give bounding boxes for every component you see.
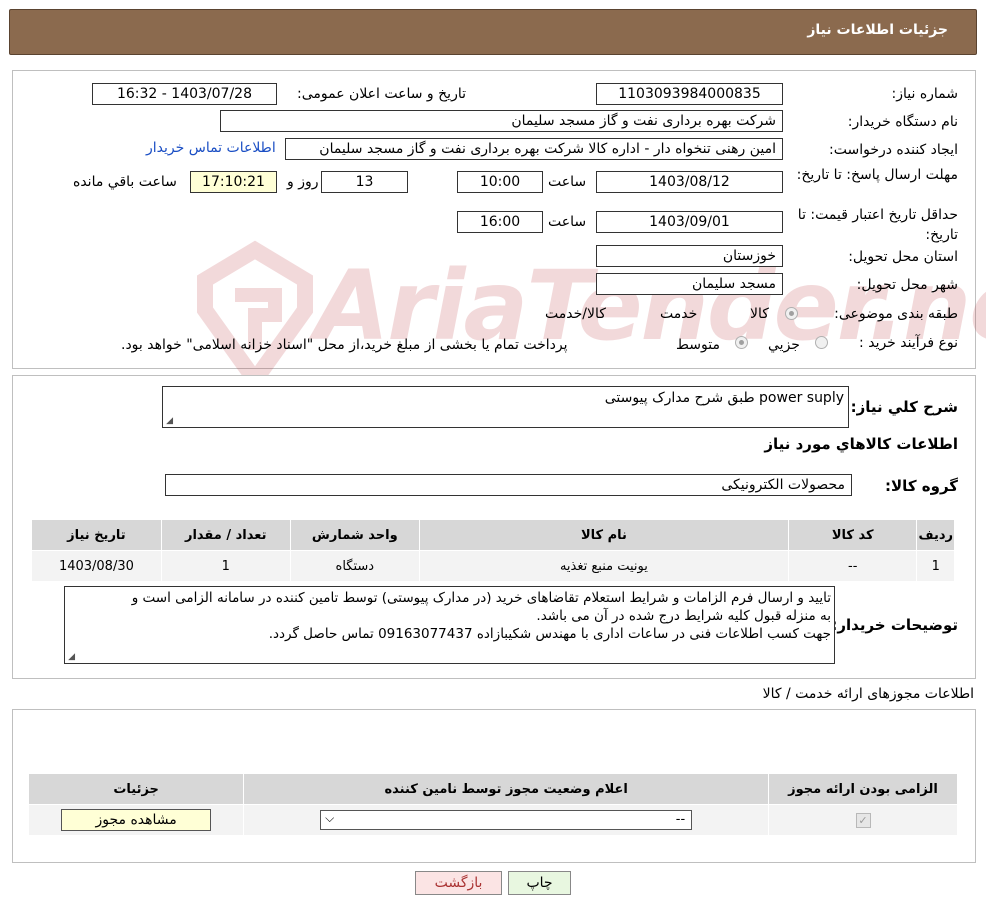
remaining-label: ساعت باقي مانده: [73, 174, 177, 190]
goods-table: ردیف کد کالا نام کالا واحد شمارش تعداد /…: [31, 519, 955, 582]
deadline-label: مهلت ارسال پاسخ: تا تاریخ:: [796, 167, 958, 183]
province-label: استان محل تحویل:: [848, 249, 958, 265]
summary-label: شرح کلي نياز:: [850, 398, 958, 416]
goods-table-header: ردیف کد کالا نام کالا واحد شمارش تعداد /…: [31, 519, 955, 551]
category-label: طبقه بندی موضوعی:: [834, 306, 958, 322]
category-goods-label: کالا: [750, 306, 769, 322]
process-label: نوع فرآیند خرید :: [859, 335, 958, 351]
buyer-contact-link[interactable]: اطلاعات تماس خریدار: [146, 140, 276, 156]
resize-grip-icon: ◢: [166, 416, 173, 426]
col-unit: واحد شمارش: [289, 519, 420, 551]
days-field: 13: [321, 171, 408, 193]
buyer-notes-line-3: جهت کسب اطلاعات فنی در ساعات اداری با مه…: [268, 626, 831, 642]
chevron-down-icon: ⌵: [325, 811, 335, 825]
cell-permit-details: مشاهده مجوز: [27, 804, 245, 836]
goods-info-title: اطلاعات کالاهاي مورد نياز: [764, 435, 958, 453]
category-radio-goods[interactable]: [785, 307, 798, 320]
permit-status-value: --: [675, 812, 686, 827]
buyer-notes-label: توضیحات خریدار:: [831, 616, 958, 634]
permit-status-select[interactable]: -- ⌵: [320, 810, 693, 830]
col-code: کد کالا: [787, 519, 918, 551]
buyer-org-label: نام دستگاه خریدار:: [847, 114, 958, 130]
permits-table-header: الزامی بودن ارائه مجوز اعلام وضعیت مجوز …: [27, 773, 958, 805]
creator-label: ایجاد کننده درخواست:: [829, 142, 958, 158]
col-permit-details: جزئیات: [27, 773, 245, 805]
resize-grip-icon: ◢: [68, 652, 75, 662]
page-header: جزئیات اطلاعات نیاز: [9, 9, 977, 55]
table-row: 1 -- یونیت منبع تغذیه دستگاه 1 1403/08/3…: [31, 550, 955, 582]
goods-group-label: گروه کالا:: [885, 477, 958, 495]
cell-permit-required: ✓: [768, 804, 958, 836]
col-date: تاریخ نیاز: [31, 519, 162, 551]
deadline-date-field: 1403/08/12: [596, 171, 783, 193]
print-button[interactable]: چاپ: [508, 871, 571, 895]
col-qty: تعداد / مقدار: [160, 519, 291, 551]
permits-title: اطلاعات مجوزهای ارائه خدمت / کالا: [762, 686, 974, 702]
cell-qty: 1: [160, 550, 291, 582]
page-title: جزئیات اطلاعات نیاز: [807, 22, 948, 38]
permits-table: الزامی بودن ارائه مجوز اعلام وضعیت مجوز …: [27, 773, 958, 836]
process-radio-medium[interactable]: [735, 336, 748, 349]
need-number-field: 1103093984000835: [596, 83, 783, 105]
permit-required-checkbox[interactable]: ✓: [855, 812, 871, 828]
view-permit-button[interactable]: مشاهده مجوز: [61, 809, 212, 831]
buyer-notes-line-2: به منزله قبول کلیه شرایط درج شده در آن م…: [536, 608, 831, 624]
col-permit-required: الزامی بودن ارائه مجوز: [768, 773, 958, 805]
process-note: پرداخت تمام یا بخشی از مبلغ خرید،از محل …: [121, 337, 568, 353]
col-permit-status: اعلام وضعیت مجوز توسط نامین کننده: [243, 773, 770, 805]
process-radio-minor[interactable]: [815, 336, 828, 349]
city-label: شهر محل تحویل:: [856, 277, 958, 293]
cell-row: 1: [916, 550, 955, 582]
process-minor-label: جزيي: [768, 337, 800, 353]
city-field: مسجد سلیمان: [596, 273, 783, 295]
cell-code: --: [787, 550, 918, 582]
cell-permit-status: -- ⌵: [243, 804, 770, 836]
col-row: ردیف: [916, 519, 955, 551]
col-name: نام کالا: [418, 519, 789, 551]
validity-label: حداقل تاریخ اعتبار قیمت: تا تاریخ:: [797, 207, 958, 243]
summary-text: power suply طبق شرح مدارک پیوستی: [604, 390, 844, 406]
announce-label: تاریخ و ساعت اعلان عمومی:: [297, 86, 466, 102]
creator-field: امین رهنی تنخواه دار - اداره کالا شرکت ب…: [285, 138, 783, 160]
validity-time-label: ساعت: [548, 214, 587, 230]
goods-group-field: محصولات الکترونیکی: [165, 474, 852, 496]
cell-name: یونیت منبع تغذیه: [418, 550, 789, 582]
category-goods-service-label: کالا/خدمت: [545, 306, 606, 322]
process-medium-label: متوسط: [676, 337, 720, 353]
validity-date-field: 1403/09/01: [596, 211, 783, 233]
buyer-notes-textarea: تایید و ارسال فرم الزامات و شرایط استعلا…: [64, 586, 835, 664]
cell-unit: دستگاه: [289, 550, 420, 582]
days-label: روز و: [287, 174, 319, 190]
buyer-org-field: شرکت بهره برداری نفت و گاز مسجد سلیمان: [220, 110, 783, 132]
need-number-label: شماره نیاز:: [891, 86, 959, 102]
province-field: خوزستان: [596, 245, 783, 267]
buyer-notes-line-1: تایید و ارسال فرم الزامات و شرایط استعلا…: [131, 590, 831, 606]
table-row: ✓ -- ⌵ مشاهده مجوز: [27, 804, 958, 836]
deadline-time-field: 10:00: [457, 171, 543, 193]
remaining-time-field: 17:10:21: [190, 171, 277, 193]
validity-time-field: 16:00: [457, 211, 543, 233]
announce-field: 1403/07/28 - 16:32: [92, 83, 277, 105]
cell-date: 1403/08/30: [31, 550, 162, 582]
category-service-label: خدمت: [660, 306, 698, 322]
back-button[interactable]: بازگشت: [415, 871, 502, 895]
deadline-time-label: ساعت: [548, 174, 587, 190]
summary-textarea: power suply طبق شرح مدارک پیوستی ◢: [162, 386, 849, 428]
